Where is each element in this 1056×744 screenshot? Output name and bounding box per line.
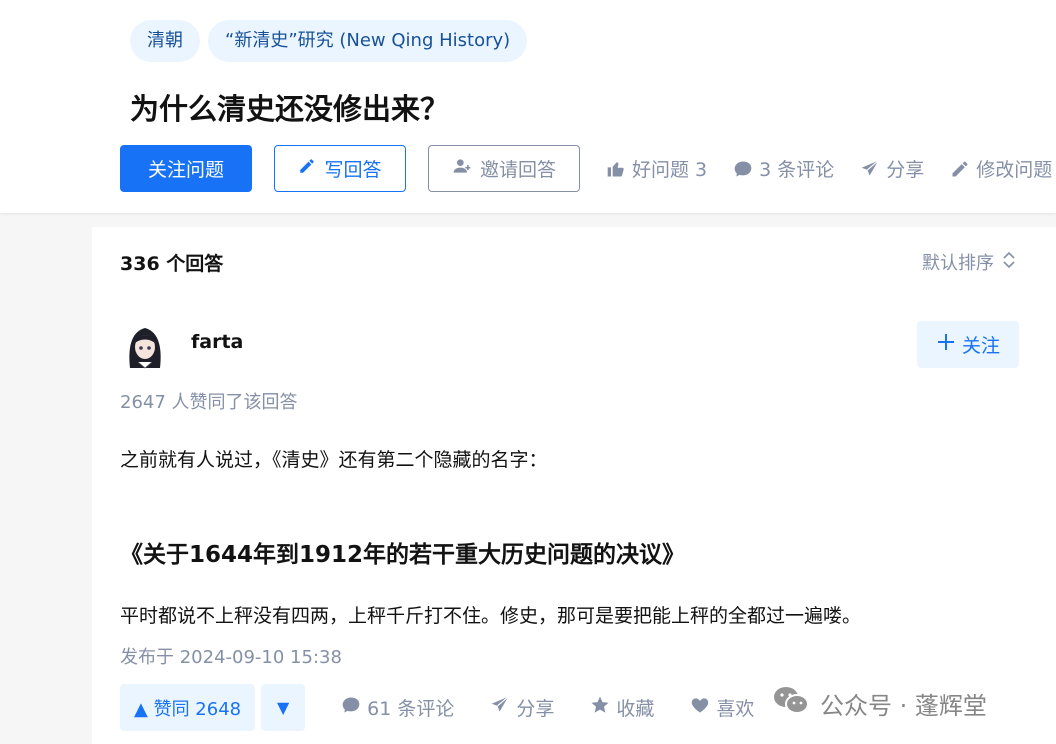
answer-paragraph: 平时都说不上秤没有四两，上秤千斤打不住。修史，那可是要把能上秤的全都过一遍喽。 <box>120 605 862 627</box>
add-user-icon <box>452 156 472 181</box>
wechat-icon <box>772 684 810 722</box>
question-actions: 关注问题 写回答 邀请回答 好问题 3 3 条评论 分享 修改问题 <box>120 145 1052 192</box>
question-comments-label: 3 条评论 <box>759 159 835 181</box>
collect-label: 收藏 <box>616 698 655 720</box>
question-comments-button[interactable]: 3 条评论 <box>733 155 834 182</box>
answer-card: 336 个回答 默认排序 farta 关注 2647 人赞同了该回答 之前就有人… <box>92 227 1056 744</box>
thumbs-up-icon <box>606 159 626 179</box>
write-answer-button[interactable]: 写回答 <box>274 145 406 192</box>
follow-question-label: 关注问题 <box>147 159 224 181</box>
topic-tag-qing[interactable]: 清朝 <box>130 20 200 62</box>
avatar[interactable] <box>120 320 170 370</box>
edit-question-label: 修改问题 <box>976 159 1053 181</box>
edit-question-button[interactable]: 修改问题 <box>950 155 1052 182</box>
sort-dropdown[interactable]: 默认排序 <box>922 249 1016 275</box>
topic-tags: 清朝 “新清史”研究 (New Qing History) <box>130 20 528 62</box>
follow-question-button[interactable]: 关注问题 <box>120 145 252 192</box>
follow-author-button[interactable]: 关注 <box>917 321 1019 368</box>
good-question-button[interactable]: 好问题 3 <box>606 155 707 182</box>
follow-author-label: 关注 <box>961 335 1000 357</box>
paper-plane-icon <box>490 695 510 720</box>
invite-answer-button[interactable]: 邀请回答 <box>428 145 580 192</box>
pencil-icon <box>950 159 970 179</box>
upvote-label: ▲ 赞同 2648 <box>134 698 242 720</box>
heart-icon <box>690 695 710 720</box>
question-share-label: 分享 <box>886 159 925 181</box>
paper-plane-icon <box>860 159 880 179</box>
like-label: 喜欢 <box>716 698 755 720</box>
sort-label: 默认排序 <box>922 253 994 274</box>
answer-comments-button[interactable]: 61 条评论 <box>341 694 454 721</box>
author-name[interactable]: farta <box>191 331 243 353</box>
good-question-label: 好问题 3 <box>632 159 708 181</box>
answer-comments-label: 61 条评论 <box>367 698 455 720</box>
invite-answer-label: 邀请回答 <box>479 159 556 181</box>
watermark-text: 公众号 · 蓬辉堂 <box>820 691 987 720</box>
upvote-summary: 2647 人赞同了该回答 <box>120 392 298 413</box>
question-title: 为什么清史还没修出来？ <box>130 92 450 126</box>
answer-paragraph: 之前就有人说过，《清史》还有第二个隐藏的名字： <box>120 449 548 471</box>
comment-icon <box>341 695 361 720</box>
wechat-watermark: 公众号 · 蓬辉堂 <box>772 684 987 722</box>
comment-icon <box>733 159 753 179</box>
upvote-button[interactable]: ▲ 赞同 2648 <box>120 684 256 731</box>
question-header: 清朝 “新清史”研究 (New Qing History) 为什么清史还没修出来… <box>0 0 1056 213</box>
collect-button[interactable]: 收藏 <box>590 694 654 721</box>
answer-share-button[interactable]: 分享 <box>490 694 554 721</box>
publish-time[interactable]: 发布于 2024-09-10 15:38 <box>120 643 342 669</box>
topic-tag-new-qing-history[interactable]: “新清史”研究 (New Qing History) <box>208 20 528 62</box>
answer-action-bar: ▲ 赞同 2648 ▼ 61 条评论 分享 收藏 喜欢 <box>120 684 754 731</box>
question-share-button[interactable]: 分享 <box>860 155 924 182</box>
write-answer-label: 写回答 <box>324 159 382 181</box>
answer-share-label: 分享 <box>516 698 555 720</box>
sort-chevron-icon <box>1002 250 1016 275</box>
answer-count: 336 个回答 <box>120 253 224 275</box>
star-icon <box>590 695 610 720</box>
like-button[interactable]: 喜欢 <box>690 694 754 721</box>
pencil-icon <box>298 157 316 180</box>
plus-icon <box>936 332 956 357</box>
triangle-down-icon: ▼ <box>276 698 290 717</box>
downvote-button[interactable]: ▼ <box>261 684 306 731</box>
answer-heading: 《关于1644年到1912年的若干重大历史问题的决议》 <box>120 542 686 568</box>
